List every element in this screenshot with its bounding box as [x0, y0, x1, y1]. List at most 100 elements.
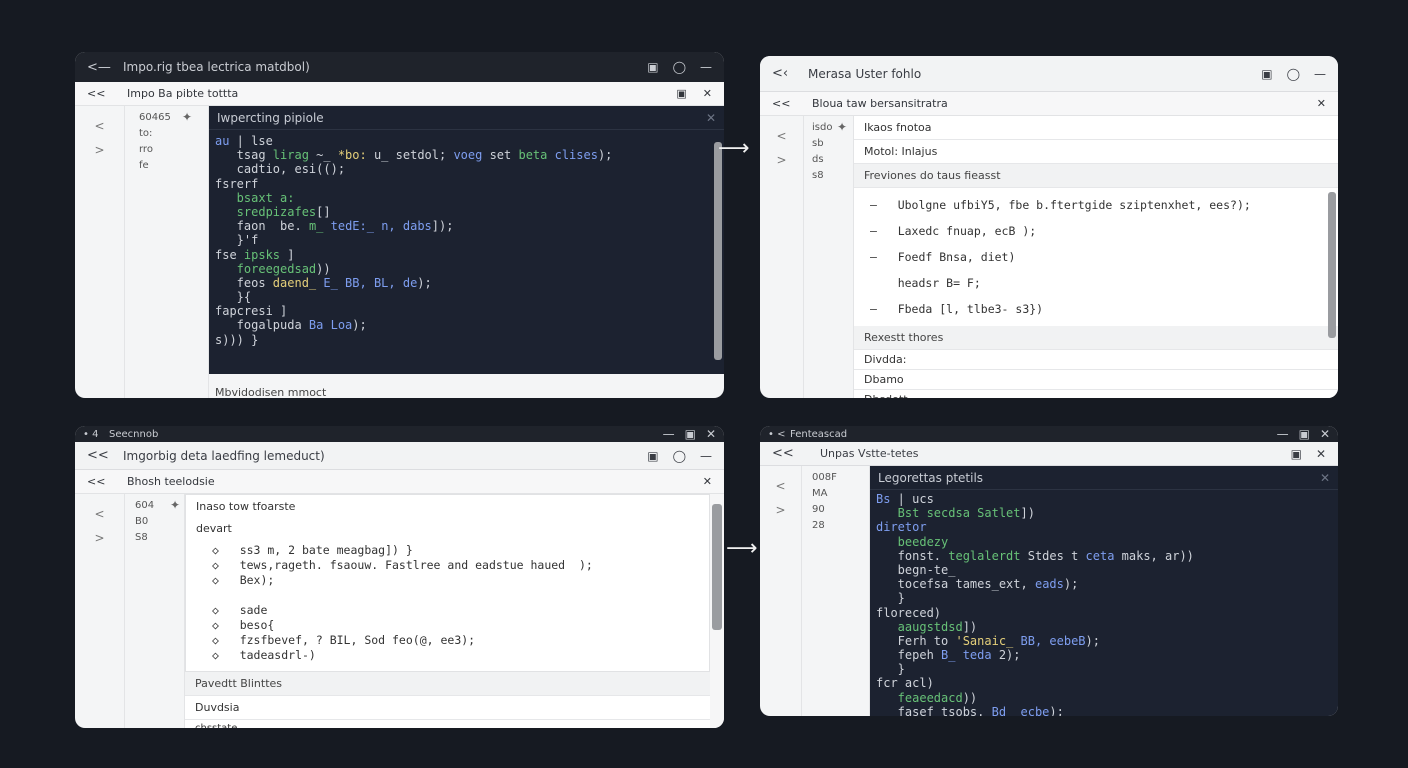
maximize-icon[interactable]: ▣	[685, 427, 696, 441]
code-line: aaugstdsd])	[876, 619, 978, 634]
tab-title[interactable]: Bhosh teelodsie	[127, 475, 703, 488]
gutter-item: fe	[139, 160, 149, 171]
scrollbar[interactable]	[712, 504, 722, 630]
list-item: – Ubolgne ufbiY5, fbe b.ftertgide szipte…	[870, 198, 1251, 212]
collapse-icon[interactable]: <<	[87, 475, 127, 488]
tab-bar: << Bloua taw bersansitratra ✕	[760, 92, 1338, 116]
collapse-icon[interactable]: <<	[772, 446, 812, 461]
minimize-icon[interactable]: —	[1314, 67, 1326, 81]
code-line: }'f	[215, 233, 259, 248]
small-titlebar: • < Fenteascad — ▣ ✕	[760, 426, 1338, 442]
gutter-item: B0	[135, 516, 149, 527]
code-header: Legorettas ptetils ✕	[870, 466, 1338, 490]
minimize-icon[interactable]: —	[700, 60, 712, 74]
circle-icon[interactable]: ◯	[673, 449, 686, 463]
code-line: feos daend_ E_ BB, BL, de);	[215, 275, 432, 290]
collapse-icon[interactable]: <<	[87, 448, 115, 463]
chevron-left-icon[interactable]: <	[75, 114, 124, 138]
close-icon[interactable]: ✕	[703, 475, 712, 488]
plus-icon[interactable]: ✦	[837, 120, 847, 134]
code-lines: Bs | ucs Bst secdsa Satlet]) diretor beed…	[870, 490, 1338, 716]
doc-row: Motol: Inlajus	[854, 140, 1338, 164]
close-icon[interactable]: ✕	[1317, 97, 1326, 110]
list-item: Dbamo	[854, 370, 1338, 390]
plus-icon[interactable]: ✦	[170, 498, 180, 512]
doc-row: Ikaos fnotoa	[854, 116, 1338, 140]
gutter: ✦ 604 B0 S8	[125, 494, 185, 728]
circle-icon[interactable]: ◯	[1287, 67, 1300, 81]
minimize-icon[interactable]: —	[1277, 427, 1289, 441]
gutter-item: S8	[135, 532, 148, 543]
plus-icon[interactable]: ✦	[182, 110, 192, 124]
chevron-right-icon[interactable]: >	[75, 526, 124, 550]
scrollbar[interactable]	[1328, 192, 1336, 338]
save-icon[interactable]: ▣	[647, 449, 658, 463]
left-nav: < >	[760, 466, 802, 716]
tab-bar: << Impo Ba pibte tottta ▣ ✕	[75, 82, 724, 106]
chevron-left-icon[interactable]: <	[760, 474, 801, 498]
code-line: diretor	[876, 520, 927, 535]
window-top-left: <— Impo.rig tbea lectrica matdbol) ▣ ◯ —…	[75, 52, 724, 398]
back-icon[interactable]: <—	[87, 60, 115, 75]
back-icon[interactable]: <‹	[772, 66, 800, 81]
code-line: s))) }	[215, 332, 259, 347]
section-header: Freviones do taus fieasst	[854, 164, 1338, 188]
close-icon[interactable]: ✕	[1320, 427, 1330, 441]
bullet-list: – Ubolgne ufbiY5, fbe b.ftertgide szipte…	[854, 188, 1338, 322]
gutter-item: 604	[135, 500, 155, 511]
code-line: foreegedsad))	[215, 261, 331, 276]
code-line: fcr acl)	[876, 676, 934, 691]
code-editor[interactable]: Iwpercting pipiole ✕ au | lse tsag lirag…	[209, 106, 724, 374]
section-header: Rexestt thores	[854, 326, 1338, 350]
tab-title[interactable]: Impo Ba pibte tottta	[127, 87, 676, 100]
minimize-icon[interactable]: —	[700, 449, 712, 463]
code-line: feaeedacd))	[876, 690, 978, 705]
chevron-right-icon[interactable]: >	[760, 498, 801, 522]
minimize-icon[interactable]: —	[663, 427, 675, 441]
save-icon[interactable]: ▣	[1261, 67, 1272, 81]
flow-arrow-icon: ⟶	[718, 136, 750, 161]
close-icon[interactable]: ✕	[703, 87, 712, 100]
save-icon[interactable]: ▣	[647, 60, 658, 74]
close-icon[interactable]: ✕	[706, 427, 716, 441]
chevron-right-icon[interactable]: >	[75, 138, 124, 162]
code-line: fasef tsobs. Bd_ ecbe);	[876, 704, 1064, 716]
tab-title[interactable]: Bloua taw bersansitratra	[812, 97, 1317, 110]
code-line: tocefsa tames_ext, eads);	[876, 577, 1079, 592]
collapse-icon[interactable]: <<	[772, 97, 812, 110]
code-line: Ferh to 'Sanaic_ BB, eebeB);	[876, 633, 1100, 648]
code-title: Legorettas ptetils	[878, 470, 984, 485]
titlebar: <‹ Merasa Uster fohlo ▣ ◯ —	[760, 56, 1338, 92]
chevron-left-icon[interactable]: <	[760, 124, 803, 148]
list-item: ◇ Bex);	[212, 573, 275, 587]
circle-icon[interactable]: ◯	[673, 60, 686, 74]
save-icon[interactable]: ▣	[676, 87, 686, 100]
list-item: ◇ beso{	[212, 618, 275, 632]
gutter-item: 008F	[812, 472, 837, 483]
left-nav: < >	[75, 494, 125, 728]
titlebar: <— Impo.rig tbea lectrica matdbol) ▣ ◯ —	[75, 52, 724, 82]
gutter-item: to:	[139, 128, 153, 139]
code-line: cadtio, esi(();	[215, 162, 346, 177]
chevron-right-icon[interactable]: >	[760, 148, 803, 172]
maximize-icon[interactable]: ▣	[1299, 427, 1310, 441]
close-icon[interactable]: ✕	[706, 111, 716, 125]
code-line: }{	[215, 290, 252, 305]
list-item: Duvdsia	[185, 696, 710, 720]
list-item: Divdda:	[854, 350, 1338, 370]
window-title: Merasa Uster fohlo	[808, 66, 922, 81]
document-panel: Inaso tow tfoarste devart ◇ ss3 m, 2 bat…	[185, 494, 724, 728]
collapse-icon[interactable]: <<	[87, 87, 127, 100]
close-icon[interactable]: ✕	[1320, 471, 1330, 485]
list-item	[196, 588, 709, 603]
titlebar: << Unpas Vstte-tetes ▣ ✕	[760, 442, 1338, 466]
scrollbar[interactable]	[714, 142, 722, 360]
gutter-item: MA	[812, 488, 828, 499]
code-editor[interactable]: Legorettas ptetils ✕ Bs | ucs Bst secdsa…	[870, 466, 1338, 716]
code-line: floreced)	[876, 605, 942, 620]
code-line: sredpizafes[]	[215, 204, 331, 219]
list-item: Dbsdott	[854, 390, 1338, 398]
save-icon[interactable]: ▣	[1291, 447, 1302, 461]
chevron-left-icon[interactable]: <	[75, 502, 124, 526]
close-icon[interactable]: ✕	[1316, 447, 1326, 461]
